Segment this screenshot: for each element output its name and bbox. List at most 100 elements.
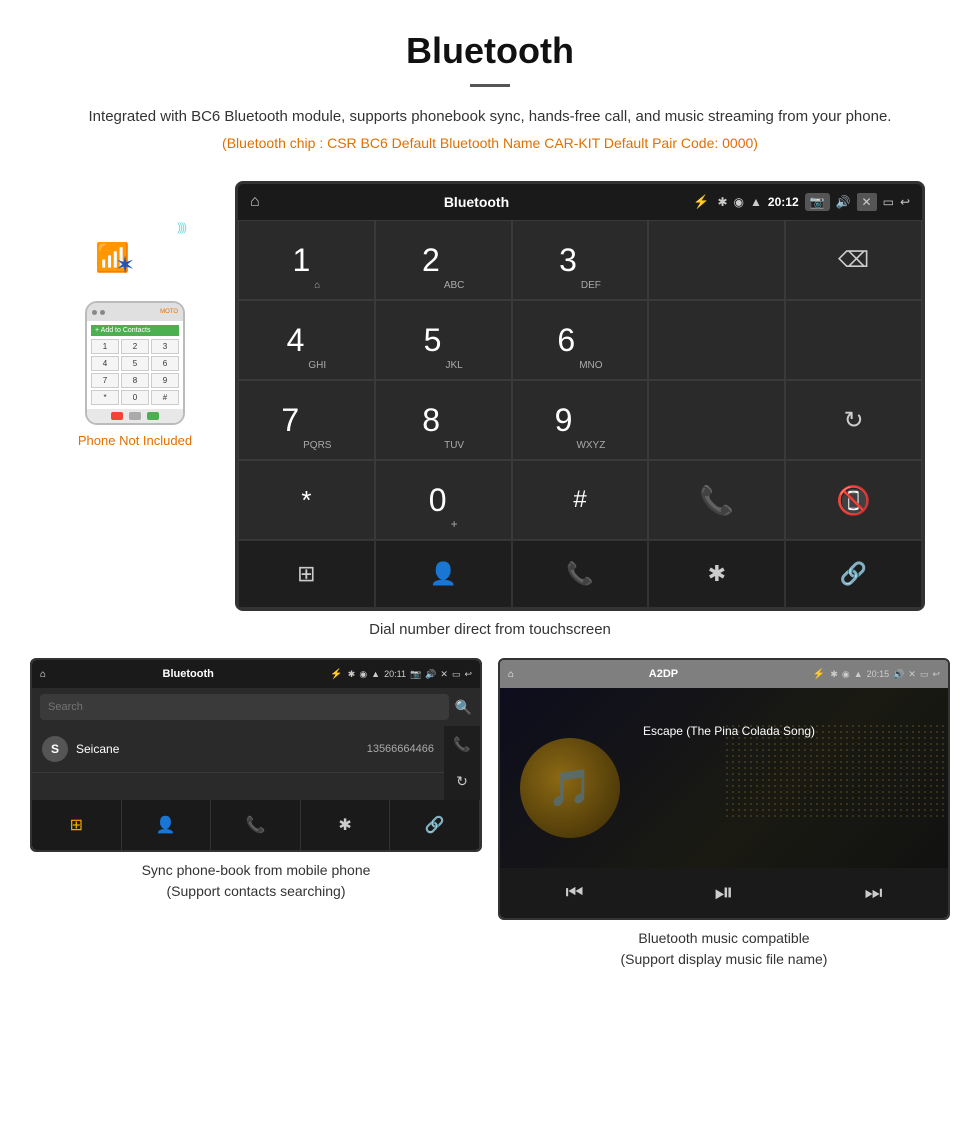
dial-refresh[interactable]: ↻ (785, 380, 922, 460)
music-screenshot: ⌂ A2DP ⚡ ✱ ◉ ▲ 20:15 🔊 ✕ ▭ ↩ (498, 658, 950, 920)
home-icon[interactable]: ⌂ (250, 193, 260, 211)
pb-search-bar: 🔍 (32, 688, 480, 726)
phone-bottom-bar (87, 409, 183, 423)
dial-key-4[interactable]: 4GHI (238, 300, 375, 380)
pb-search-button[interactable]: 🔍 (455, 699, 472, 716)
dial-screen-title: Bluetooth (268, 194, 686, 210)
title-divider (470, 84, 510, 87)
page-description: Integrated with BC6 Bluetooth module, su… (60, 105, 920, 129)
backspace-icon: ⌫ (838, 247, 869, 273)
pb-bt-icon: ✱ (348, 669, 356, 680)
dial-call-button[interactable]: 📞 (648, 460, 785, 540)
music-title: A2DP (519, 668, 808, 680)
music-status-bar: ⌂ A2DP ⚡ ✱ ◉ ▲ 20:15 🔊 ✕ ▭ ↩ (500, 660, 948, 688)
pb-cam-icon: 📷 (410, 669, 421, 680)
dial-key-3[interactable]: 3DEF (512, 220, 649, 300)
dial-key-5[interactable]: 5JKL (375, 300, 512, 380)
nav-contacts[interactable]: 👤 (375, 540, 512, 608)
dial-cell-empty-3 (785, 300, 922, 380)
dialpad-icon: ⊞ (297, 561, 315, 587)
pb-status-bar: ⌂ Bluetooth ⚡ ✱ ◉ ▲ 20:11 📷 🔊 ✕ ▭ ↩ (32, 660, 480, 688)
dial-backspace[interactable]: ⌫ (785, 220, 922, 300)
music-loc-icon: ◉ (842, 669, 850, 680)
music-status-icons: ✱ ◉ ▲ 20:15 🔊 ✕ ▭ ↩ (830, 669, 940, 680)
music-vol-icon: 🔊 (893, 669, 904, 680)
pb-contact-item[interactable]: S Seicane 13566664466 (32, 726, 444, 773)
music-time: 20:15 (867, 669, 890, 680)
dial-key-9[interactable]: 9WXYZ (512, 380, 649, 460)
music-prev-button[interactable]: ⏮ (565, 882, 583, 905)
dial-nav-bar: ⊞ 👤 📞 ✱ 🔗 (238, 540, 922, 608)
music-screen-icon: ▭ (920, 669, 929, 680)
refresh-icon: ↻ (844, 406, 864, 435)
nav-settings[interactable]: 🔗 (785, 540, 922, 608)
pb-back-icon: ↩ (464, 669, 472, 680)
nav-bluetooth[interactable]: ✱ (648, 540, 785, 608)
calls-icon: 📞 (566, 561, 593, 587)
dial-key-hash[interactable]: # (512, 460, 649, 540)
pb-search-input[interactable] (40, 694, 449, 720)
volume-icon[interactable]: 🔊 (836, 195, 851, 209)
pb-wifi-icon: ▲ (371, 669, 380, 680)
status-time: 20:12 (768, 195, 799, 209)
dial-key-6[interactable]: 6MNO (512, 300, 649, 380)
dial-caption: Dial number direct from touchscreen (0, 621, 980, 638)
music-home-icon[interactable]: ⌂ (508, 669, 514, 680)
dial-screen: ⌂ Bluetooth ⚡ ✱ ◉ ▲ 20:12 📷 🔊 ✕ ▭ ↩ 1⌂ 2 (235, 181, 925, 611)
pb-dialpad-icon: ⊞ (70, 815, 83, 835)
pb-avatar: S (42, 736, 68, 762)
pb-nav-dialpad[interactable]: ⊞ (32, 800, 122, 850)
pb-refresh-side-icon[interactable]: ↻ (456, 773, 468, 790)
dial-key-0[interactable]: 0+ (375, 460, 512, 540)
pb-link-icon: 🔗 (425, 815, 445, 835)
pb-side-icons: 📞 ↻ (444, 726, 480, 800)
phone-top-bar: MOTO (87, 303, 183, 321)
phone-mockup-container: )))) 📶 ✶ MOTO + Add to Contacts 123 456 … (55, 181, 215, 448)
music-next-button[interactable]: ⏭ (865, 882, 883, 905)
nav-dialpad[interactable]: ⊞ (238, 540, 375, 608)
music-controls: ⏮ ⏯ ⏭ (500, 868, 948, 918)
pb-home-icon[interactable]: ⌂ (40, 669, 46, 680)
pb-vol-icon: 🔊 (425, 669, 436, 680)
settings-link-icon: 🔗 (840, 561, 867, 587)
phone-body: MOTO + Add to Contacts 123 456 789 *0# (85, 301, 185, 425)
back-icon[interactable]: ↩ (900, 195, 910, 209)
dial-key-8[interactable]: 8TUV (375, 380, 512, 460)
bottom-screenshots: ⌂ Bluetooth ⚡ ✱ ◉ ▲ 20:11 📷 🔊 ✕ ▭ ↩ (0, 658, 980, 970)
end-call-icon: 📵 (836, 484, 871, 517)
pb-status-icons: ✱ ◉ ▲ 20:11 📷 🔊 ✕ ▭ ↩ (348, 669, 472, 680)
pb-nav-bt[interactable]: ✱ (301, 800, 391, 850)
dial-cell-empty-4 (648, 380, 785, 460)
dial-key-1[interactable]: 1⌂ (238, 220, 375, 300)
dial-cell-empty-1 (648, 220, 785, 300)
stop-icon[interactable]: ✕ (857, 193, 877, 211)
dial-section: )))) 📶 ✶ MOTO + Add to Contacts 123 456 … (0, 181, 980, 611)
music-usb-icon: ⚡ (813, 669, 825, 680)
camera-icon[interactable]: 📷 (805, 193, 830, 211)
music-stop-icon: ✕ (908, 669, 916, 680)
pb-title: Bluetooth (51, 668, 325, 680)
pb-contact-number: 13566664466 (367, 743, 434, 755)
pb-calls-icon: 📞 (246, 815, 266, 835)
pb-usb-icon: ⚡ (330, 669, 342, 680)
location-icon: ◉ (734, 195, 744, 209)
music-play-pause-button[interactable]: ⏯ (714, 879, 733, 907)
nav-calls[interactable]: 📞 (512, 540, 649, 608)
pb-screen-icon: ▭ (452, 669, 461, 680)
dial-key-2[interactable]: 2ABC (375, 220, 512, 300)
status-icons: ✱ ◉ ▲ 20:12 📷 🔊 ✕ ▭ ↩ (717, 193, 910, 211)
dial-end-button[interactable]: 📵 (785, 460, 922, 540)
dial-key-star[interactable]: * (238, 460, 375, 540)
pb-contact-list: S Seicane 13566664466 (32, 726, 444, 800)
bluetooth-status-icon: ✱ (717, 195, 727, 209)
pb-nav-contacts[interactable]: 👤 (122, 800, 212, 850)
pb-nav-link[interactable]: 🔗 (390, 800, 480, 850)
page-header: Bluetooth Integrated with BC6 Bluetooth … (0, 0, 980, 181)
dial-key-7[interactable]: 7PQRS (238, 380, 375, 460)
screen-icon[interactable]: ▭ (883, 195, 894, 209)
phonebook-block: ⌂ Bluetooth ⚡ ✱ ◉ ▲ 20:11 📷 🔊 ✕ ▭ ↩ (30, 658, 482, 970)
pb-call-side-icon[interactable]: 📞 (453, 736, 470, 753)
pb-contact-name: Seicane (76, 742, 359, 756)
phonebook-screenshot: ⌂ Bluetooth ⚡ ✱ ◉ ▲ 20:11 📷 🔊 ✕ ▭ ↩ (30, 658, 482, 852)
pb-nav-calls[interactable]: 📞 (211, 800, 301, 850)
